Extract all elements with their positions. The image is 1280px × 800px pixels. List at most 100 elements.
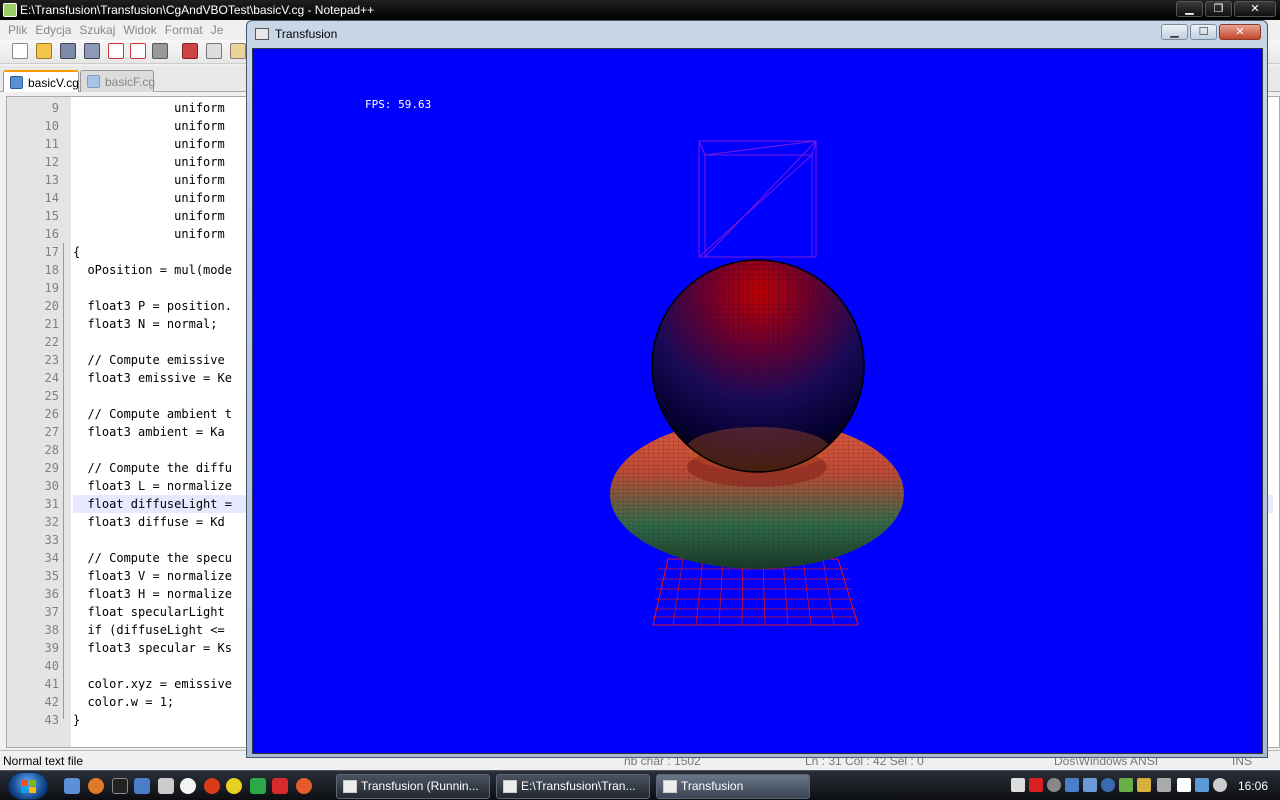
tool-icon[interactable] (158, 778, 174, 794)
line-number: 33 (44, 533, 59, 547)
render-viewport[interactable]: FPS: 59.63 (252, 48, 1263, 754)
sphere-mesh (651, 259, 865, 473)
line-number: 38 (44, 623, 59, 637)
clock[interactable]: 16:06 (1238, 779, 1268, 793)
tray-update-icon[interactable] (1083, 778, 1097, 792)
browser-icon[interactable] (204, 778, 220, 794)
line-number: 9 (51, 101, 59, 115)
copy-icon[interactable] (206, 43, 222, 59)
window-app-icon (255, 28, 269, 40)
transfusion-caption-buttons: ▁ ☐ ✕ (1161, 23, 1261, 41)
line-number-gutter: 9 10 11 12 13 14 15 16 17 18 19 20 21 22 23 24 25 26 27 28 2… (7, 97, 71, 747)
maximize-button[interactable]: ☐ (1190, 24, 1217, 40)
tray-antivirus-icon[interactable] (1029, 778, 1043, 792)
tray-yellow-icon[interactable] (1137, 778, 1151, 792)
notepadpp-app-icon (3, 3, 17, 17)
tray-messenger-icon[interactable] (1101, 778, 1115, 792)
line-number: 26 (44, 407, 59, 421)
restore-button[interactable]: ❐ (1205, 1, 1232, 17)
explorer-icon[interactable] (134, 778, 150, 794)
line-number: 23 (44, 353, 59, 367)
status-file-type: Normal text file (3, 754, 84, 768)
tray-wifi-icon[interactable] (1195, 778, 1209, 792)
tab-basicv[interactable]: basicV.cg (3, 70, 79, 92)
minimize-button[interactable]: ▁ (1161, 24, 1188, 40)
transfusion-titlebar[interactable]: Transfusion (247, 21, 1267, 47)
save-icon[interactable] (60, 43, 76, 59)
line-number: 27 (44, 425, 59, 439)
wireframe-cube (698, 140, 817, 258)
close-file-icon[interactable] (108, 43, 124, 59)
open-folder-icon[interactable] (36, 43, 52, 59)
tray-app-icon[interactable] (1047, 778, 1061, 792)
app-orange-icon[interactable] (296, 778, 312, 794)
3d-scene (610, 140, 904, 626)
menu-szukaj[interactable]: Szukaj (75, 20, 119, 40)
line-number: 14 (44, 191, 59, 205)
windows-logo-icon (21, 780, 36, 793)
line-number: 11 (44, 137, 59, 151)
close-all-icon[interactable] (130, 43, 146, 59)
file-icon (10, 76, 23, 89)
print-icon[interactable] (152, 43, 168, 59)
tray-network-icon[interactable] (1065, 778, 1079, 792)
console-window-icon (663, 780, 677, 793)
command-prompt-icon[interactable] (112, 778, 128, 794)
menu-jezyk[interactable]: Je (207, 20, 228, 40)
tray-shield-icon[interactable] (1011, 778, 1025, 792)
line-number: 21 (44, 317, 59, 331)
tray-battery-icon[interactable] (1177, 778, 1191, 792)
app-green-icon[interactable] (250, 778, 266, 794)
line-number: 41 (44, 677, 59, 691)
filezilla-icon[interactable] (272, 778, 288, 794)
tray-volume-icon[interactable] (1213, 778, 1227, 792)
line-number: 31 (44, 497, 59, 511)
line-number: 42 (44, 695, 59, 709)
taskbar-item-transfusion-running[interactable]: Transfusion (Runnin... (336, 774, 490, 799)
menu-format[interactable]: Format (161, 20, 207, 40)
close-button[interactable]: ✕ (1234, 1, 1276, 17)
tray-green-icon[interactable] (1119, 778, 1133, 792)
visual-studio-icon (343, 780, 357, 793)
line-number: 30 (44, 479, 59, 493)
save-all-icon[interactable] (84, 43, 100, 59)
line-number: 34 (44, 551, 59, 565)
new-file-icon[interactable] (12, 43, 28, 59)
line-number: 16 (44, 227, 59, 241)
close-button[interactable]: ✕ (1219, 24, 1261, 40)
show-desktop-icon[interactable] (64, 778, 80, 794)
line-number: 36 (44, 587, 59, 601)
tab-basicf[interactable]: basicF.cg (80, 70, 156, 92)
menu-widok[interactable]: Widok (119, 20, 160, 40)
line-number: 28 (44, 443, 59, 457)
notepadpp-titlebar: E:\Transfusion\Transfusion\CgAndVBOTest\… (0, 0, 1280, 20)
tab-label: basicF.cg (105, 75, 156, 89)
line-number: 12 (44, 155, 59, 169)
taskbar-item-notepadpp[interactable]: E:\Transfusion\Tran... (496, 774, 650, 799)
paste-icon[interactable] (230, 43, 246, 59)
task-label: Transfusion (681, 779, 744, 793)
line-number: 24 (44, 371, 59, 385)
firefox-icon[interactable] (88, 778, 104, 794)
taskbar-item-transfusion[interactable]: Transfusion (656, 774, 810, 799)
chrome-icon[interactable] (180, 778, 196, 794)
line-number: 43 (44, 713, 59, 727)
menu-plik[interactable]: Plik (4, 20, 31, 40)
line-number: 19 (44, 281, 59, 295)
media-icon[interactable] (226, 778, 242, 794)
minimize-button[interactable]: ▁ (1176, 1, 1203, 17)
line-number: 10 (44, 119, 59, 133)
line-number: 13 (44, 173, 59, 187)
cut-icon[interactable] (182, 43, 198, 59)
line-number: 15 (44, 209, 59, 223)
task-label: Transfusion (Runnin... (361, 779, 479, 793)
transfusion-title: Transfusion (275, 27, 338, 41)
start-button[interactable] (8, 772, 48, 800)
notepad-icon (503, 780, 517, 793)
tray-usb-icon[interactable] (1157, 778, 1171, 792)
tab-label: basicV.cg (28, 76, 79, 90)
line-number: 35 (44, 569, 59, 583)
fold-margin-line (63, 243, 64, 719)
menu-edycja[interactable]: Edycja (31, 20, 75, 40)
line-number: 29 (44, 461, 59, 475)
